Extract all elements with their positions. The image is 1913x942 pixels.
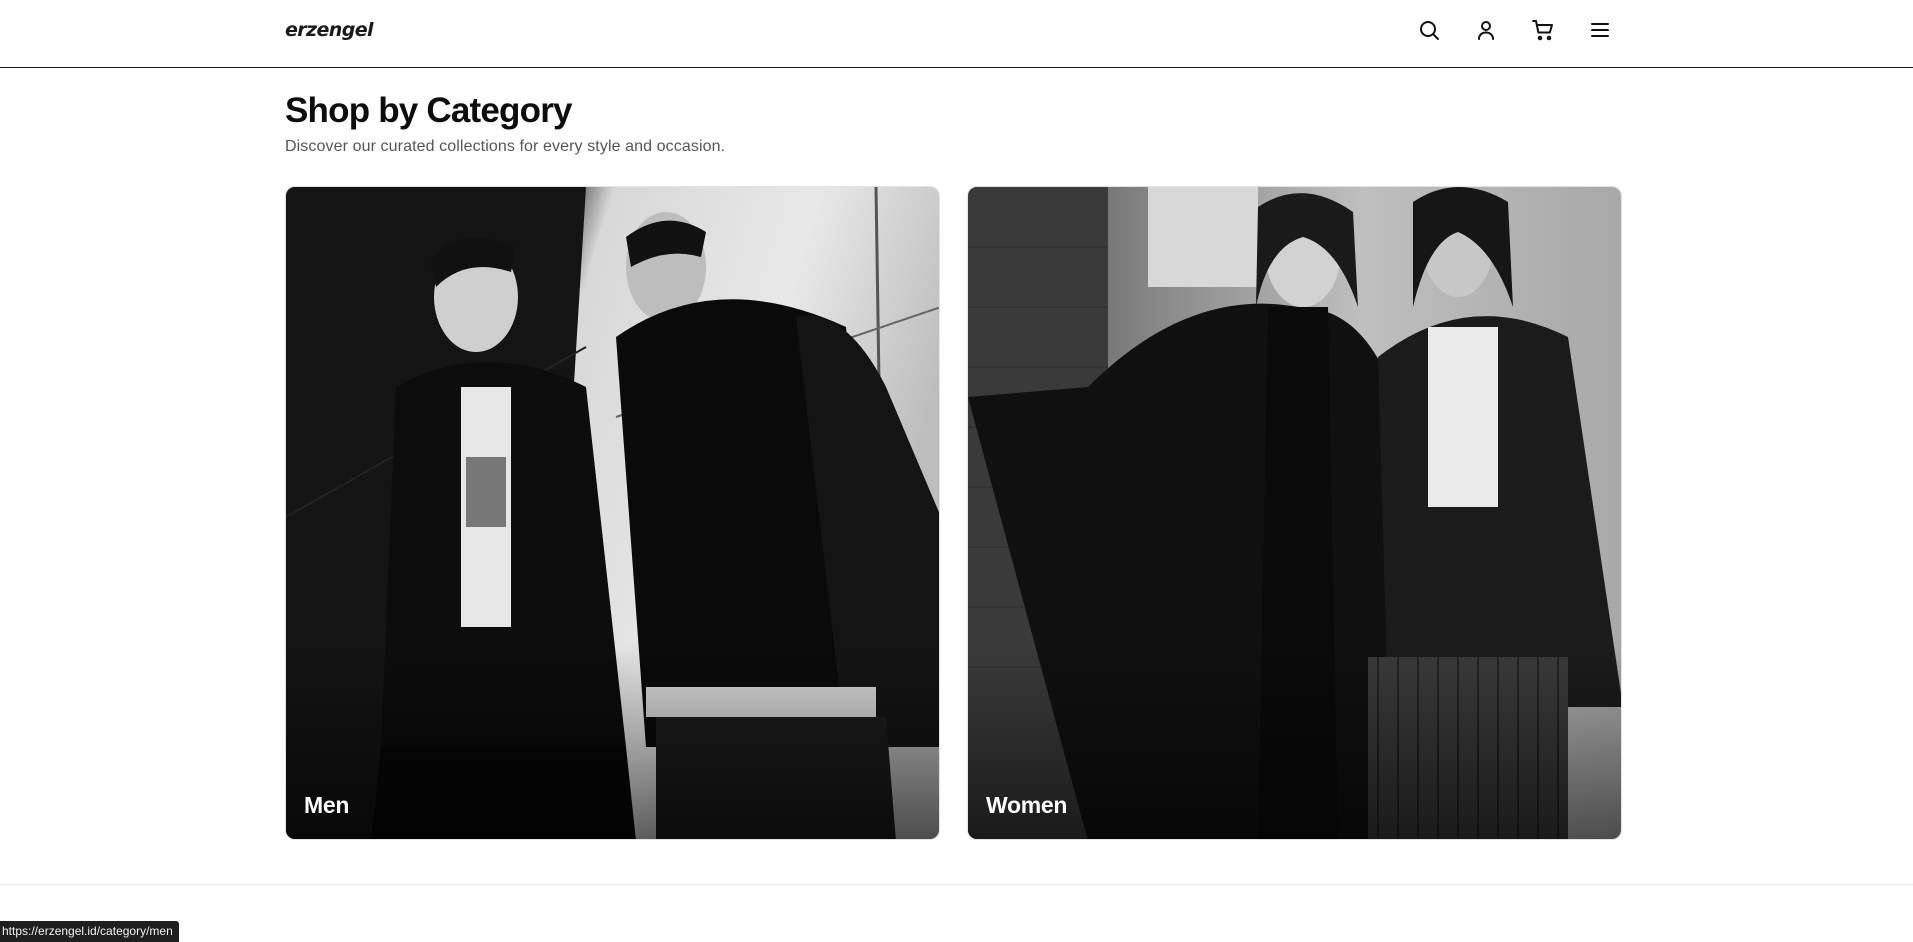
user-icon[interactable]: [1474, 18, 1498, 42]
category-card-men[interactable]: Men: [285, 186, 940, 840]
brand-logo[interactable]: erzengel: [285, 19, 374, 41]
women-category-photo: [968, 187, 1621, 839]
page-title: Shop by Category: [285, 91, 572, 130]
section-divider: [0, 884, 1913, 885]
site-header: erzengel: [0, 0, 1913, 68]
category-label-women: Women: [986, 792, 1068, 818]
men-category-photo: [286, 187, 939, 839]
page-subtitle: Discover our curated collections for eve…: [285, 138, 726, 155]
menu-icon[interactable]: [1588, 18, 1612, 42]
link-preview-status: https://erzengel.id/category/men: [0, 921, 179, 942]
category-card-women[interactable]: Women: [967, 186, 1622, 840]
search-icon[interactable]: [1417, 18, 1441, 42]
category-label-men: Men: [304, 792, 350, 818]
header-actions: [1417, 18, 1612, 42]
cart-icon[interactable]: [1531, 18, 1555, 42]
